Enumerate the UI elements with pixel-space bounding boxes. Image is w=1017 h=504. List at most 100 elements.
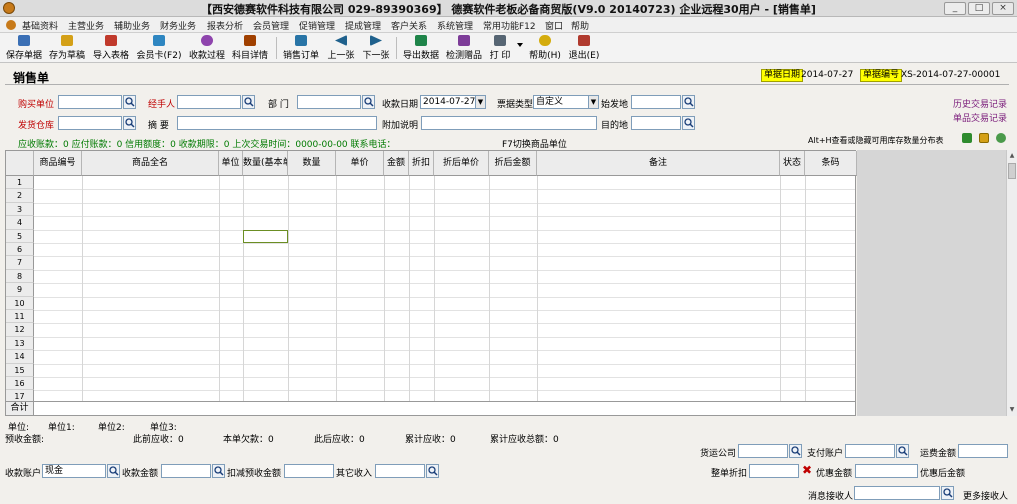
dept-input[interactable] [297, 95, 361, 109]
row-number[interactable]: 13 [6, 336, 34, 351]
row-number[interactable]: 8 [6, 269, 34, 284]
warehouse-input[interactable] [58, 116, 122, 130]
row-number[interactable]: 15 [6, 363, 34, 377]
menu-promotion[interactable]: 促销管理 [299, 19, 335, 32]
row-number[interactable]: 12 [6, 323, 34, 337]
clear-discount-icon[interactable]: ✖ [801, 464, 813, 477]
selected-cell[interactable] [243, 229, 288, 243]
export-data-button[interactable]: 导出数据 [401, 35, 441, 61]
payment-process-button[interactable]: 收款过程 [187, 35, 227, 61]
msg-receiver-search-button[interactable] [941, 486, 954, 500]
menu-aux-business[interactable]: 辅助业务 [114, 19, 150, 32]
handler-input[interactable] [177, 95, 241, 109]
col-header-product-name[interactable]: 商品全名 [82, 151, 219, 176]
menu-help[interactable]: 帮助 [571, 19, 589, 32]
col-header-status[interactable]: 状态 [780, 151, 805, 176]
menu-finance[interactable]: 财务业务 [160, 19, 196, 32]
doc-no-field[interactable]: XS-2014-07-27-00001 [899, 69, 1009, 82]
buyer-search-button[interactable] [123, 95, 136, 109]
row-number[interactable]: 3 [6, 202, 34, 217]
menu-commission[interactable]: 提成管理 [345, 19, 381, 32]
pay-account-search-button[interactable] [896, 444, 909, 458]
collect-amount-search-button[interactable] [212, 464, 225, 478]
shipping-company-input[interactable] [738, 444, 788, 458]
col-header-price[interactable]: 单价 [336, 151, 384, 176]
scroll-down-icon[interactable]: ▼ [1007, 405, 1017, 415]
menu-window[interactable]: 窗口 [545, 19, 563, 32]
collect-date-dropdown[interactable]: ▼ [475, 95, 486, 109]
next-button[interactable]: 下一张 [360, 35, 392, 61]
row-number[interactable]: 6 [6, 243, 34, 257]
vertical-scrollbar[interactable]: ▲ ▼ [1006, 150, 1017, 416]
menu-main-business[interactable]: 主营业务 [68, 19, 104, 32]
maximize-button[interactable]: □ [968, 2, 990, 15]
menu-crm[interactable]: 客户关系 [391, 19, 427, 32]
collect-account-input[interactable]: 现金 [42, 464, 106, 478]
menu-common-functions[interactable]: 常用功能F12 [483, 19, 536, 32]
row-number[interactable]: 9 [6, 283, 34, 297]
row-number[interactable]: 16 [6, 377, 34, 391]
origin-search-button[interactable] [682, 95, 695, 109]
destination-input[interactable] [631, 116, 681, 130]
row-number[interactable]: 4 [6, 216, 34, 230]
warehouse-search-button[interactable] [123, 116, 136, 130]
row-number[interactable]: 10 [6, 296, 34, 310]
member-card-button[interactable]: 会员卡(F2) [134, 35, 184, 61]
collect-account-search-button[interactable] [107, 464, 120, 478]
row-number[interactable]: 14 [6, 350, 34, 364]
shipping-company-search-button[interactable] [789, 444, 802, 458]
collect-amount-input[interactable] [161, 464, 211, 478]
minimize-button[interactable]: _ [944, 2, 966, 15]
check-gift-button[interactable]: 检测赠品 [444, 35, 484, 61]
scroll-up-icon[interactable]: ▲ [1007, 151, 1017, 161]
sales-order-button[interactable]: 销售订单 [281, 35, 321, 61]
msg-receiver-input[interactable] [854, 486, 940, 500]
row-number[interactable]: 11 [6, 310, 34, 324]
menu-basic-data[interactable]: 基础资料 [22, 19, 58, 32]
more-receivers-link[interactable]: 更多接收人 [963, 489, 1008, 502]
dept-search-button[interactable] [362, 95, 375, 109]
menu-members[interactable]: 会员管理 [253, 19, 289, 32]
item-history-link[interactable]: 单品交易记录 [953, 111, 1007, 124]
recycle-tool-icon[interactable] [996, 133, 1006, 143]
col-header-barcode[interactable]: 条码 [805, 151, 857, 176]
row-number[interactable]: 5 [6, 229, 34, 243]
col-header-discount-price[interactable]: 折后单价 [434, 151, 489, 176]
origin-input[interactable] [631, 95, 681, 109]
row-number[interactable]: 7 [6, 256, 34, 270]
destination-search-button[interactable] [682, 116, 695, 130]
subject-detail-button[interactable]: 科目详情 [230, 35, 270, 61]
freight-input[interactable] [958, 444, 1008, 458]
close-button[interactable]: × [992, 2, 1014, 15]
import-table-button[interactable]: 导入表格 [91, 35, 131, 61]
col-header-discount-amount[interactable]: 折后金额 [489, 151, 537, 176]
bill-type-select[interactable]: 自定义 [533, 95, 589, 109]
table-tool-icon[interactable] [979, 133, 989, 143]
col-header-discount[interactable]: 折扣 [409, 151, 434, 176]
col-header-base-qty[interactable]: 数量(基本单位) [243, 151, 288, 176]
other-income-search-button[interactable] [426, 464, 439, 478]
extra-note-input[interactable] [421, 116, 597, 130]
col-header-remark[interactable]: 备注 [537, 151, 780, 176]
col-header-product-code[interactable]: 商品编号 [34, 151, 82, 176]
menu-reports[interactable]: 报表分析 [207, 19, 243, 32]
print-button[interactable]: 打 印 [486, 35, 514, 61]
discount-amount-input[interactable] [855, 464, 918, 478]
history-records-link[interactable]: 历史交易记录 [953, 97, 1007, 110]
prev-button[interactable]: 上一张 [325, 35, 357, 61]
summary-input[interactable] [177, 116, 377, 130]
other-income-input[interactable] [375, 464, 425, 478]
whole-discount-input[interactable] [749, 464, 799, 478]
help-button[interactable]: 帮助(H) [527, 35, 563, 61]
collect-date-input[interactable]: 2014-07-27 [420, 95, 476, 109]
sales-item-table[interactable]: 商品编号 商品全名 单位 数量(基本单位) 数量 单价 金额 折扣 折后单价 折… [5, 150, 858, 416]
handler-search-button[interactable] [242, 95, 255, 109]
row-number[interactable]: 2 [6, 189, 34, 203]
buyer-input[interactable] [58, 95, 122, 109]
save-draft-button[interactable]: 存为草稿 [47, 35, 87, 61]
deduct-prepaid-input[interactable] [284, 464, 334, 478]
pay-account-input[interactable] [845, 444, 895, 458]
green-tool-icon[interactable] [962, 133, 972, 143]
menu-system[interactable]: 系统管理 [437, 19, 473, 32]
col-header-amount[interactable]: 金额 [384, 151, 409, 176]
